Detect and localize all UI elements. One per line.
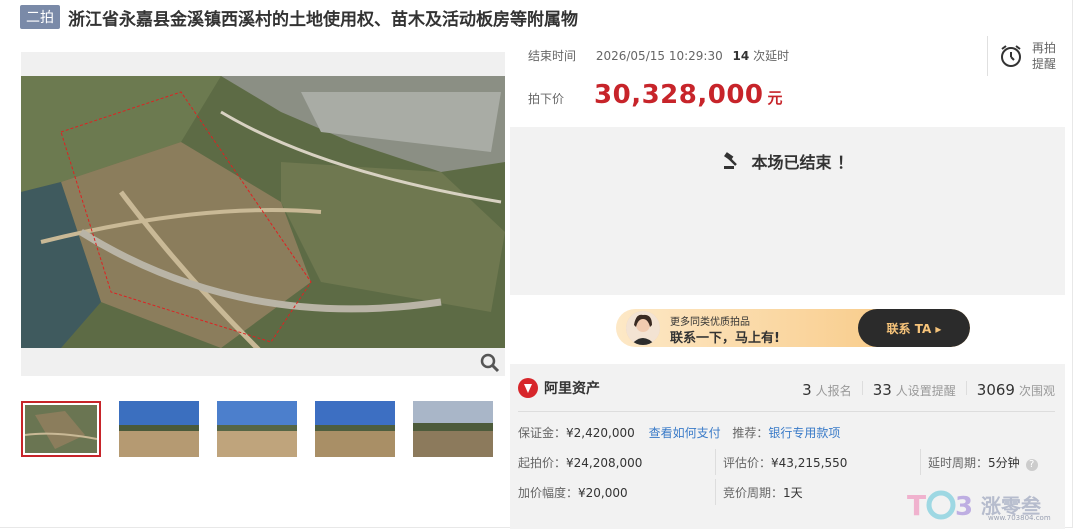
stats-separator xyxy=(965,381,967,395)
end-time-label: 结束时间 xyxy=(528,49,577,63)
thumbnail-2[interactable] xyxy=(119,401,199,457)
price-unit: 元 xyxy=(767,89,783,107)
end-time-row: 结束时间 2026/05/15 10:29:30 14 次延时 xyxy=(528,47,789,64)
watermark: T 3 涨零叁 www.703804.com xyxy=(905,484,1065,524)
thumbnail-3[interactable] xyxy=(217,401,297,457)
page-title: 浙江省永嘉县金溪镇西溪村的土地使用权、苗木及活动板房等附属物 xyxy=(68,9,578,30)
column-divider xyxy=(920,449,921,475)
recommend-label: 推荐： xyxy=(732,426,769,440)
stats-row: 3 人报名 33 人设置提醒 3069 次围观 xyxy=(802,381,1055,399)
aerial-land-thumbnail xyxy=(24,405,98,453)
appraisal-row: 评估价：¥43,215,550 xyxy=(723,454,847,471)
zoom-button[interactable] xyxy=(479,352,501,374)
auction-status-panel: 本场已结束 ！ xyxy=(510,127,1065,295)
round-badge: 二拍 xyxy=(20,5,60,29)
auction-ended-text: 本场已结束 ！ xyxy=(751,153,854,172)
reminder-line2: 提醒 xyxy=(1031,57,1056,71)
svg-text:3: 3 xyxy=(955,492,973,521)
gavel-icon xyxy=(723,152,737,169)
delay-period-label: 延时周期： xyxy=(928,456,989,470)
appraisal-label: 评估价： xyxy=(723,456,772,470)
reminder-count: 33 xyxy=(872,381,892,399)
end-time-value: 2026/05/15 10:29:30 xyxy=(595,49,723,63)
cleared-site-thumbnail xyxy=(217,401,297,457)
delay-period-value: 5分钟 xyxy=(988,456,1020,470)
thumbnail-strip xyxy=(21,401,511,457)
how-to-pay-link[interactable]: 查看如何支付 xyxy=(649,426,721,440)
agent-avatar xyxy=(626,311,660,345)
banner-area: 更多同类优质拍品 联系一下，马上有! 联系 TA ▸ xyxy=(510,296,1065,362)
start-price-row: 起拍价：¥24,208,000 xyxy=(518,454,642,471)
bank-payment-link[interactable]: 银行专用款项 xyxy=(768,426,840,440)
main-photo[interactable] xyxy=(21,52,505,376)
cleared-site-thumbnail xyxy=(119,401,199,457)
appraisal-value: ¥43,215,550 xyxy=(771,456,848,470)
auction-ended-status: 本场已结束 ！ xyxy=(510,149,1065,173)
signup-count: 3 xyxy=(802,381,812,399)
view-count: 3069 xyxy=(976,381,1015,399)
details-divider xyxy=(518,411,1055,412)
bid-period-value: 1天 xyxy=(783,486,803,500)
deposit-label: 保证金： xyxy=(518,426,567,440)
title-row: 二拍 浙江省永嘉县金溪镇西溪村的土地使用权、苗木及活动板房等附属物 xyxy=(20,5,578,30)
svg-text:T: T xyxy=(907,489,926,521)
magnifier-icon xyxy=(480,353,500,373)
aerial-land-photo xyxy=(21,52,505,376)
banner-line1: 更多同类优质拍品 xyxy=(670,317,750,328)
deposit-row: 保证金：¥2,420,000 查看如何支付 推荐：银行专用款项 xyxy=(518,424,840,441)
relist-reminder-button[interactable]: 再拍 提醒 xyxy=(987,36,1066,76)
thumbnail-5[interactable] xyxy=(413,401,493,457)
cleared-site-thumbnail xyxy=(315,401,395,457)
stats-separator xyxy=(861,381,863,395)
contact-ta-button[interactable]: 联系 TA ▸ xyxy=(858,309,970,347)
delay-count: 14 xyxy=(732,49,750,63)
brand-name: 阿里资产 xyxy=(544,381,600,397)
thumbnail-4[interactable] xyxy=(315,401,395,457)
cleared-site-thumbnail xyxy=(413,401,493,457)
person-avatar-icon xyxy=(626,311,660,345)
deposit-value: ¥2,420,000 xyxy=(566,426,635,440)
signup-label: 人报名 xyxy=(815,384,852,398)
alarm-clock-icon xyxy=(1000,45,1021,67)
start-price-value: ¥24,208,000 xyxy=(566,456,643,470)
bid-period-row: 竞价周期：1天 xyxy=(723,484,803,501)
view-label: 次围观 xyxy=(1018,384,1055,398)
contact-banner[interactable]: 更多同类优质拍品 联系一下，马上有! 联系 TA ▸ xyxy=(616,309,970,347)
final-price: 30,328,000 xyxy=(594,80,764,110)
column-divider xyxy=(715,449,716,475)
column-divider xyxy=(715,479,716,505)
increment-value: ¥20,000 xyxy=(578,486,628,500)
reminder-label: 人设置提醒 xyxy=(895,384,956,398)
price-label: 拍下价 xyxy=(528,92,565,106)
delay-period-row: 延时周期：5分钟? xyxy=(928,454,1038,471)
help-icon[interactable]: ? xyxy=(1025,459,1038,471)
increment-row: 加价幅度：¥20,000 xyxy=(518,484,628,501)
reminder-line1: 再拍 xyxy=(1031,41,1056,55)
ali-assets-logo-icon xyxy=(518,378,538,398)
increment-label: 加价幅度： xyxy=(518,486,579,500)
start-price-label: 起拍价： xyxy=(518,456,567,470)
watermark-url: www.703804.com xyxy=(988,514,1051,522)
thumbnail-1[interactable] xyxy=(21,401,101,457)
watermark-logo-icon: T 3 xyxy=(907,489,973,521)
price-row: 拍下价 30,328,000 元 xyxy=(528,80,783,110)
banner-line2: 联系一下，马上有! xyxy=(670,331,780,346)
delay-suffix: 次延时 xyxy=(753,49,790,63)
brand: 阿里资产 xyxy=(518,378,600,398)
reminder-text: 再拍 提醒 xyxy=(1032,40,1056,72)
bid-period-label: 竞价周期： xyxy=(723,486,784,500)
